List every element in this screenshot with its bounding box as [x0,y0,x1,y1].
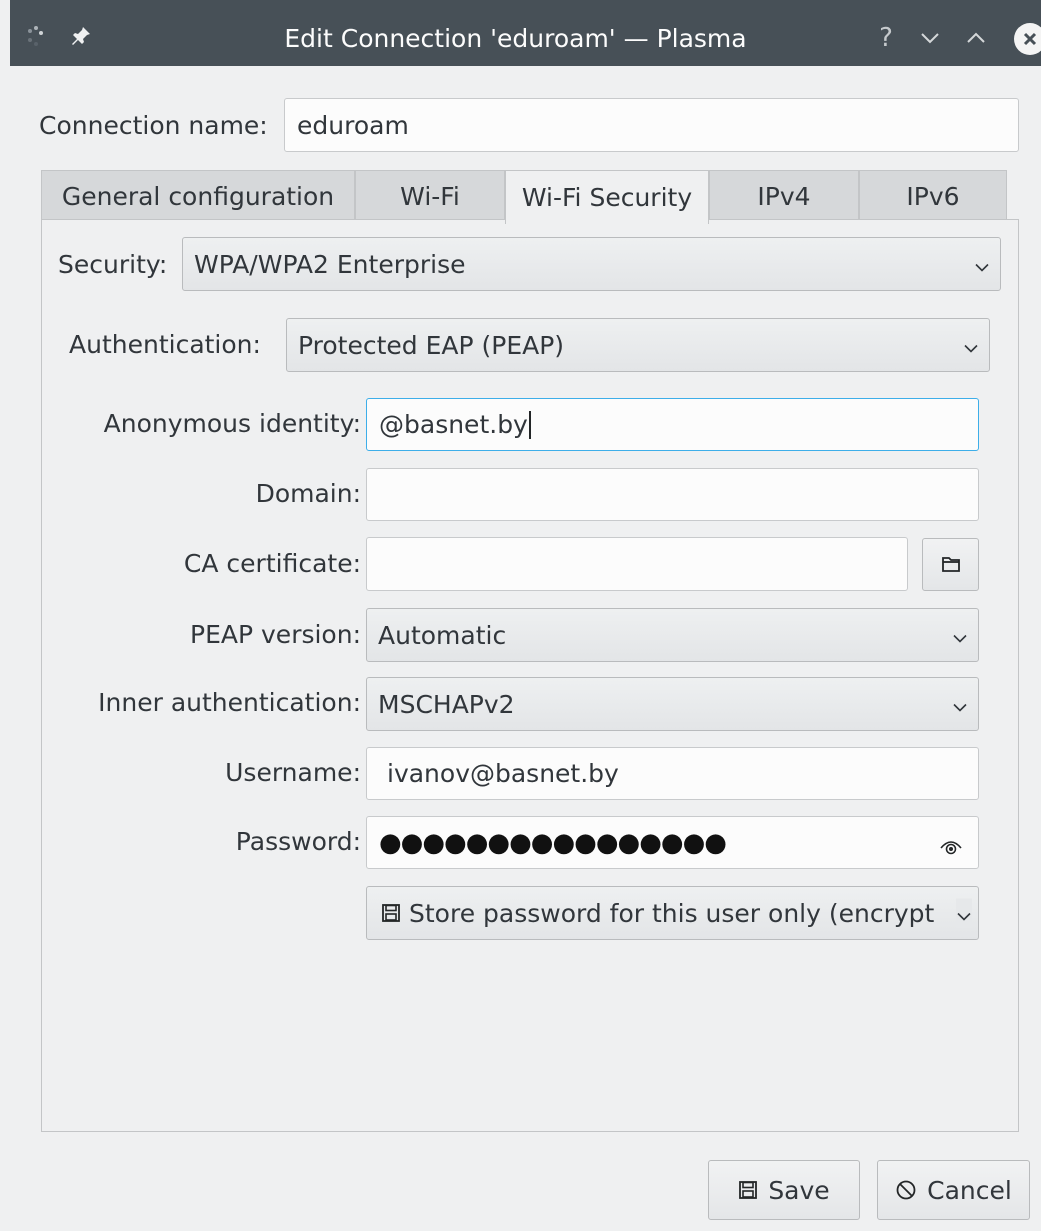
domain-label: Domain: [255,479,361,508]
username-input[interactable]: ivanov@basnet.by [366,747,979,800]
tab-wifi[interactable]: Wi-Fi [355,170,505,222]
chevron-down-icon [952,621,968,650]
chevron-down-icon [952,690,968,719]
authentication-select[interactable]: Protected EAP (PEAP) [286,318,990,372]
maximize-icon[interactable] [960,22,992,54]
tab-label: Wi-Fi Security [521,183,693,212]
anonymous-identity-value: @basnet.by [379,410,528,439]
save-icon [381,903,401,923]
chevron-down-icon [974,250,990,279]
browse-certificate-button[interactable] [922,538,979,591]
minimize-icon[interactable] [914,22,946,54]
password-input[interactable]: ●●●●●●●●●●●●●●●● [366,816,979,869]
inner-authentication-value: MSCHAPv2 [378,689,515,719]
help-glyph: ? [879,23,893,53]
folder-icon [941,550,961,579]
peap-version-value: Automatic [378,620,507,650]
authentication-value: Protected EAP (PEAP) [298,330,565,360]
peap-version-select[interactable]: Automatic [366,608,979,662]
authentication-label: Authentication: [69,330,261,359]
inner-authentication-select[interactable]: MSCHAPv2 [366,677,979,731]
username-value: ivanov@basnet.by [387,759,619,788]
help-icon[interactable]: ? [870,22,902,54]
security-value: WPA/WPA2 Enterprise [194,249,466,279]
tab-label: Wi-Fi [400,182,460,211]
password-storage-value: Store password for this user only (encry… [409,898,935,928]
cancel-button-label: Cancel [927,1175,1012,1205]
connection-name-input[interactable]: eduroam [284,98,1019,152]
security-select[interactable]: WPA/WPA2 Enterprise [182,237,1001,291]
text-caret [528,410,531,439]
wifi-security-panel: Security: WPA/WPA2 Enterprise Authentica… [41,219,1019,1132]
save-icon [738,1180,758,1200]
security-label: Security: [58,250,168,279]
tab-general-configuration[interactable]: General configuration [41,170,355,222]
tab-label: General configuration [61,182,335,211]
title-bar[interactable]: Edit Connection 'eduroam' — Plasma ? [10,0,1041,66]
anonymous-identity-label: Anonymous identity: [103,409,361,438]
show-password-eye-icon[interactable] [940,833,962,862]
cancel-button[interactable]: Cancel [877,1160,1030,1220]
tab-ipv6[interactable]: IPv6 [859,170,1007,222]
username-label: Username: [225,758,361,787]
ca-certificate-input[interactable] [366,537,908,591]
anonymous-identity-input[interactable]: @basnet.by [366,398,979,451]
chevron-down-icon [963,331,979,360]
chevron-down-icon [956,898,972,928]
tab-wifi-security[interactable]: Wi-Fi Security [505,170,709,224]
close-icon[interactable] [1014,23,1041,55]
password-storage-select[interactable]: Store password for this user only (encry… [366,886,979,940]
tab-label: IPv4 [757,182,811,211]
save-button-label: Save [768,1175,830,1205]
connection-name-label: Connection name: [39,111,268,140]
dialog-body: Connection name: eduroam General configu… [10,66,1041,1231]
inner-authentication-label: Inner authentication: [98,688,361,717]
ca-certificate-label: CA certificate: [183,549,361,578]
password-label: Password: [235,827,361,856]
connection-name-value: eduroam [297,110,409,140]
cancel-icon [895,1179,917,1201]
tab-bar: General configuration Wi-Fi Wi-Fi Securi… [41,170,1007,224]
tab-ipv4[interactable]: IPv4 [709,170,859,222]
domain-input[interactable] [366,468,979,521]
password-value: ●●●●●●●●●●●●●●●● [379,827,727,858]
save-button[interactable]: Save [708,1160,860,1220]
tab-label: IPv6 [906,182,960,211]
peap-version-label: PEAP version: [190,620,361,649]
